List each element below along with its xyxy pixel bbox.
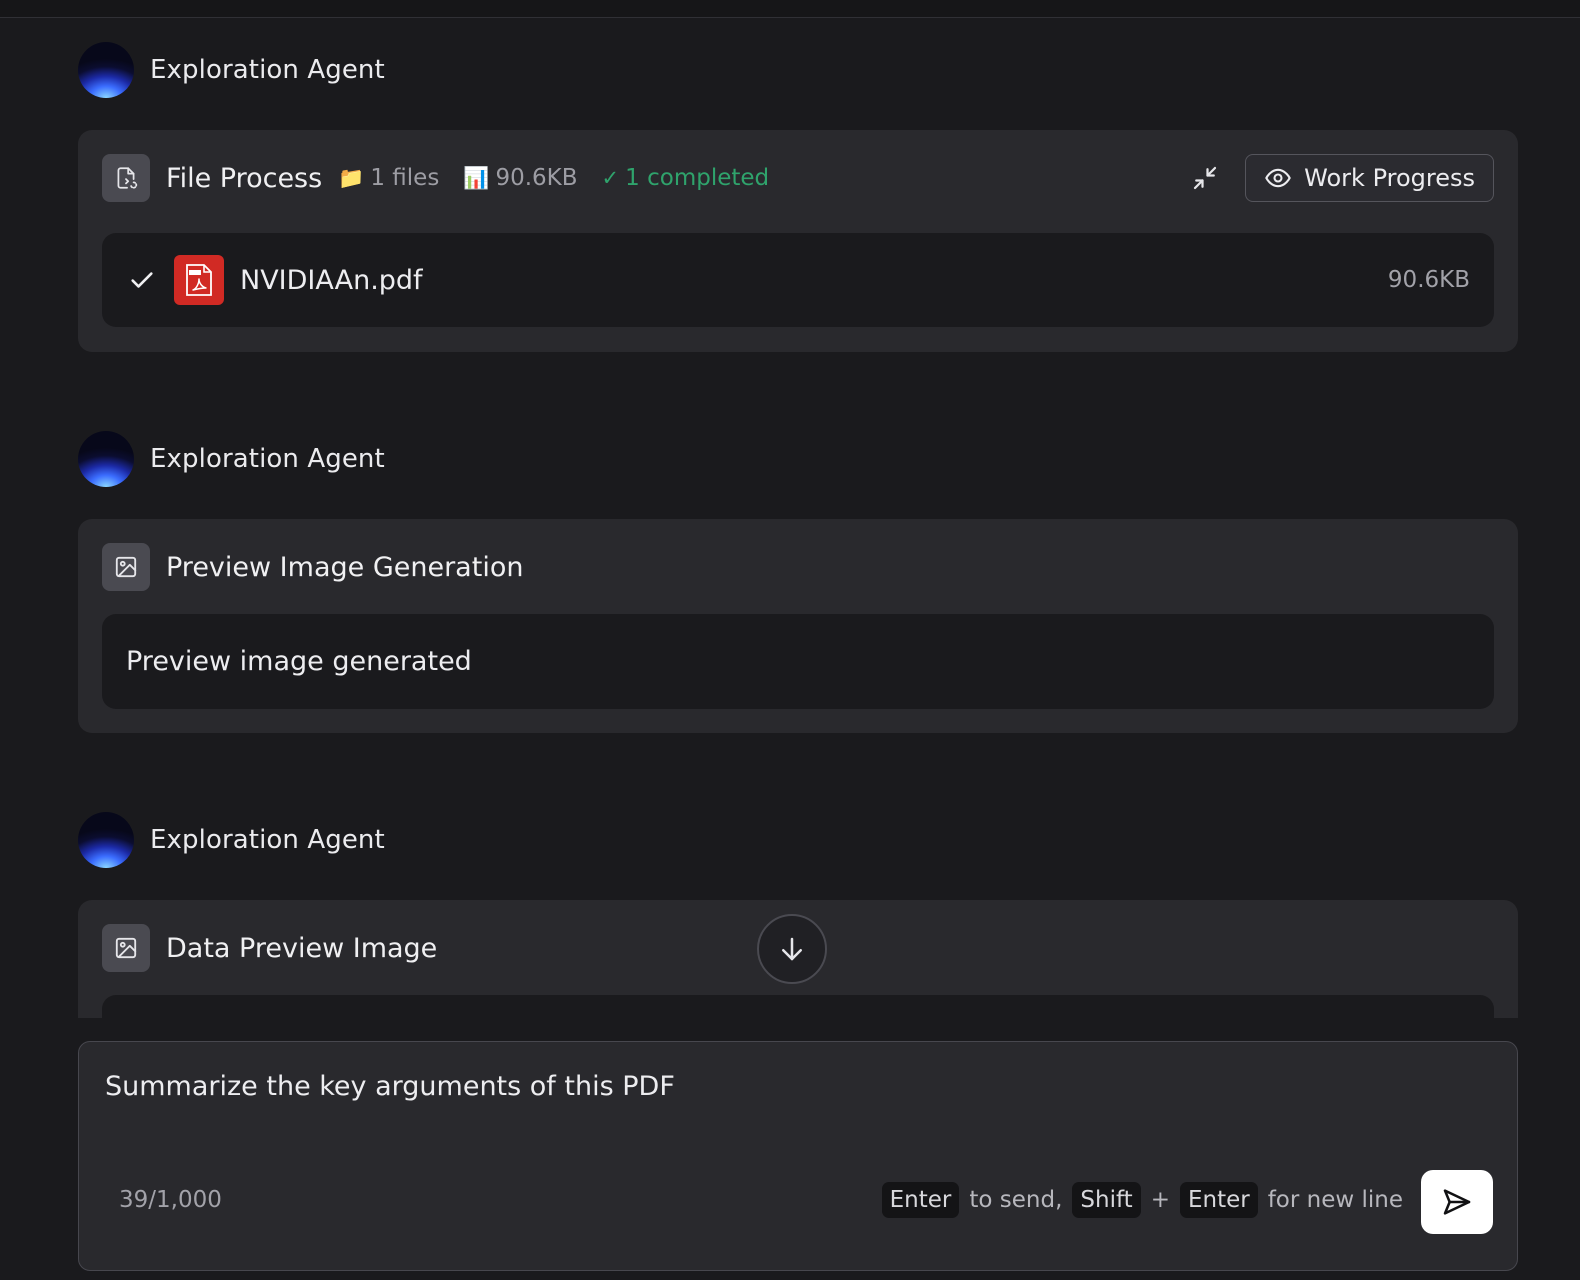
enter-key-badge: Enter (881, 1182, 960, 1218)
arrow-down-icon (782, 937, 802, 961)
keyboard-hint: Enter to send, Shift + Enter for new lin… (874, 1182, 1405, 1218)
message-input[interactable] (103, 1070, 1487, 1103)
work-progress-button[interactable]: Work Progress (1245, 154, 1494, 202)
file-size: 90.6KB (1387, 267, 1470, 293)
image-icon (102, 924, 150, 972)
file-row[interactable]: NVIDIAAn.pdf 90.6KB (102, 233, 1494, 327)
agent-name: Exploration Agent (150, 825, 385, 855)
size-stat: 📊 90.6KB (463, 165, 577, 191)
agent-name: Exploration Agent (150, 444, 385, 474)
character-count: 39/1,000 (119, 1187, 222, 1213)
hint-plus: + (1150, 1187, 1170, 1213)
eye-icon (1265, 168, 1291, 188)
file-process-actions: Work Progress (1181, 154, 1494, 202)
check-icon: ✓ (601, 166, 620, 190)
send-button[interactable] (1421, 1170, 1493, 1234)
collapse-button[interactable] (1181, 154, 1229, 202)
check-icon (126, 266, 158, 294)
enter-key-badge: Enter (1179, 1182, 1258, 1218)
work-progress-label: Work Progress (1304, 164, 1475, 192)
files-count-stat: 📁 1 files (338, 165, 439, 191)
completed-stat: ✓ 1 completed (602, 165, 770, 191)
completed-count: 1 completed (625, 165, 770, 191)
scroll-to-bottom-button[interactable] (757, 914, 827, 984)
preview-generation-title: Preview Image Generation (166, 551, 524, 583)
collapse-arrows-icon (1194, 166, 1217, 190)
shift-key-badge: Shift (1072, 1182, 1141, 1218)
file-process-title: File Process (166, 162, 323, 194)
preview-generation-card: Preview Image Generation Preview image g… (78, 519, 1518, 733)
file-process-meta: 📁 1 files 📊 90.6KB ✓ 1 completed (338, 165, 793, 191)
file-process-header: File Process 📁 1 files 📊 90.6KB ✓ 1 comp… (102, 154, 793, 202)
hint-new-line: for new line (1267, 1187, 1403, 1213)
agent-avatar (78, 812, 134, 868)
chat-page: Exploration Agent File Process 📁 1 files (0, 0, 1580, 1280)
data-preview-title: Data Preview Image (166, 932, 438, 964)
agent-header: Exploration Agent (78, 42, 385, 98)
agent-header: Exploration Agent (78, 812, 385, 868)
file-process-card: File Process 📁 1 files 📊 90.6KB ✓ 1 comp… (78, 130, 1518, 352)
send-icon (1443, 1189, 1471, 1215)
bar-chart-icon: 📊 (463, 165, 490, 190)
agent-avatar (78, 431, 134, 487)
data-preview-header: Data Preview Image (102, 924, 437, 972)
file-name: NVIDIAAn.pdf (240, 264, 423, 296)
agent-header: Exploration Agent (78, 431, 385, 487)
pdf-file-icon (174, 255, 224, 305)
files-count: 1 files (370, 165, 440, 191)
total-size: 90.6KB (495, 165, 578, 191)
preview-generation-message: Preview image generated (126, 646, 472, 677)
agent-avatar (78, 42, 134, 98)
top-divider (0, 0, 1580, 18)
preview-generation-result: Preview image generated (102, 614, 1494, 709)
image-icon (102, 543, 150, 591)
preview-generation-header: Preview Image Generation (102, 543, 523, 591)
file-process-icon (102, 154, 150, 202)
agent-name: Exploration Agent (150, 55, 385, 85)
hint-to-send: to send, (969, 1187, 1063, 1213)
message-composer: 39/1,000 Enter to send, Shift + Enter fo… (78, 1041, 1518, 1271)
folder-icon: 📁 (338, 165, 365, 190)
